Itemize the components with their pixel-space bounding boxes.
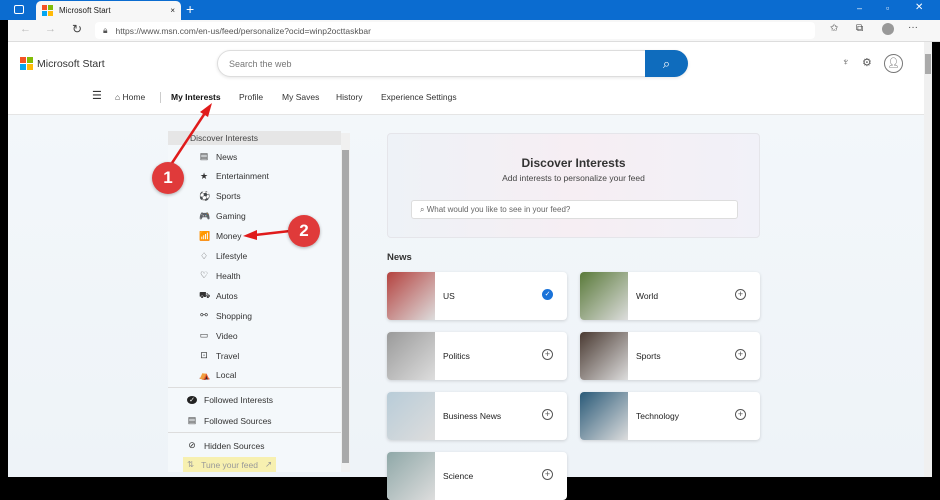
arrowhead-2 <box>243 230 257 240</box>
annotation-badge-1: 1 <box>152 162 184 194</box>
arrow-2 <box>254 229 291 237</box>
arrowhead-1 <box>200 103 212 117</box>
annotation-arrows <box>170 103 291 240</box>
arrow-1 <box>170 112 207 164</box>
annotation-badge-2: 2 <box>288 215 320 247</box>
